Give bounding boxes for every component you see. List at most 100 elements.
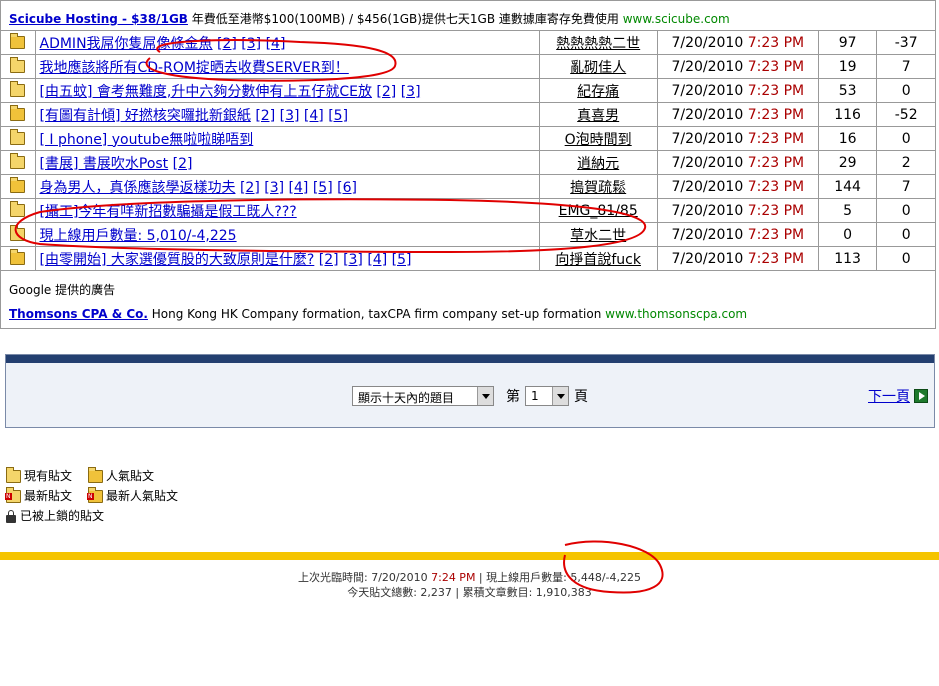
topic-title-link[interactable]: 我地應該將所有CD-ROM掟晒去收費SERVER到！ bbox=[40, 60, 349, 76]
folder-icon bbox=[10, 153, 26, 169]
page-link[interactable]: [3] bbox=[343, 252, 363, 268]
folder-icon bbox=[10, 57, 26, 73]
page-suffix-label: 頁 bbox=[574, 389, 588, 405]
page-link[interactable]: [5] bbox=[313, 180, 333, 196]
new-hot-folder-icon: N bbox=[87, 487, 103, 503]
page-link[interactable]: [2] bbox=[376, 84, 396, 100]
page-link[interactable]: [3] bbox=[241, 36, 261, 52]
top-ad-url[interactable]: www.scicube.com bbox=[623, 12, 730, 26]
topic-title-link[interactable]: [有圖有計傾] 好撚核突囉批新銀紙 bbox=[40, 108, 251, 124]
page-link[interactable]: [2] bbox=[240, 180, 260, 196]
page-link[interactable]: [4] bbox=[289, 180, 309, 196]
topic-date-cell: 7/20/2010 7:23 PM bbox=[656, 78, 819, 103]
legend-newest-popular-label: 最新人氣貼文 bbox=[106, 489, 179, 503]
topic-date: 7/20/2010 bbox=[671, 250, 744, 267]
topic-title-cell: 身為男人，真係應該學返樣功夫 [2] [3] [4] [5] [6] bbox=[34, 174, 540, 199]
next-page-link[interactable]: 下一頁 bbox=[868, 386, 910, 406]
topic-title-cell: ADMIN我屌你隻屌像條金魚 [2] [3] [4] bbox=[34, 30, 540, 55]
topic-author-cell: O泡時間到 bbox=[538, 126, 658, 151]
topic-title-cell: 我地應該將所有CD-ROM掟晒去收費SERVER到！ bbox=[34, 54, 540, 79]
page-link[interactable]: [3] bbox=[264, 180, 284, 196]
topic-date: 7/20/2010 bbox=[671, 34, 744, 51]
legend-locked-label: 已被上鎖的貼文 bbox=[20, 509, 105, 523]
table-row: 現上線用戶數量: 5,010/-4,225 草水二世 7/20/2010 7:23 … bbox=[0, 222, 936, 247]
topic-author-cell: 紀存痛 bbox=[538, 78, 658, 103]
topic-table: ADMIN我屌你隻屌像條金魚 [2] [3] [4] 熱熱熱熱二世 7/20/201… bbox=[0, 30, 936, 271]
topic-time: 7:23 PM bbox=[747, 58, 805, 75]
author-link[interactable]: 紀存痛 bbox=[577, 84, 619, 100]
legend-locked: 已被上鎖的貼文 bbox=[6, 507, 104, 524]
page-link[interactable]: [5] bbox=[392, 252, 412, 268]
author-link[interactable]: 向掙首說fuck bbox=[555, 252, 641, 268]
rating-count: 2 bbox=[876, 150, 936, 175]
topic-time: 7:23 PM bbox=[747, 250, 805, 267]
reply-count: 97 bbox=[817, 30, 878, 55]
page-link[interactable]: [4] bbox=[304, 108, 324, 124]
chevron-down-icon[interactable] bbox=[552, 387, 568, 405]
page-link[interactable]: [2] bbox=[255, 108, 275, 124]
reply-count: 5 bbox=[817, 198, 878, 223]
author-link[interactable]: EMG_81/85 bbox=[559, 203, 638, 219]
page-link[interactable]: [2] bbox=[217, 36, 237, 52]
new-folder-icon: N bbox=[5, 487, 21, 503]
page-link[interactable]: [3] bbox=[401, 84, 421, 100]
table-row: ADMIN我屌你隻屌像條金魚 [2] [3] [4] 熱熱熱熱二世 7/20/201… bbox=[0, 30, 936, 55]
topic-title-link[interactable]: [ I phone] youtube無啦啦睇唔到 bbox=[40, 132, 254, 148]
topic-author-cell: 亂砌佳人 bbox=[538, 54, 658, 79]
rating-count: 0 bbox=[876, 246, 936, 271]
topic-date-cell: 7/20/2010 7:23 PM bbox=[656, 126, 819, 151]
topic-title-link[interactable]: 身為男人，真係應該學返樣功夫 bbox=[40, 180, 236, 196]
page-link[interactable]: [3] bbox=[280, 108, 300, 124]
hot-folder-icon bbox=[10, 177, 26, 193]
topic-title-cell: 現上線用戶數量: 5,010/-4,225 bbox=[34, 222, 540, 247]
date-range-select[interactable]: 顯示十天內的題目 bbox=[352, 386, 494, 406]
topic-date-cell: 7/20/2010 7:23 PM bbox=[656, 54, 819, 79]
topic-title-link[interactable]: [由零開始] 大家選優質股的大致原則是什麼? bbox=[40, 252, 315, 268]
folder-icon bbox=[10, 81, 26, 97]
author-link[interactable]: O泡時間到 bbox=[565, 132, 632, 148]
topic-time: 7:23 PM bbox=[747, 82, 805, 99]
page-prefix-label: 第 bbox=[506, 389, 520, 405]
scicube-ad-link[interactable]: Scicube Hosting - $38/1GB bbox=[9, 12, 188, 26]
topic-date: 7/20/2010 bbox=[671, 226, 744, 243]
topic-title-link[interactable]: ADMIN我屌你隻屌像條金魚 bbox=[40, 36, 213, 52]
rating-count: -52 bbox=[876, 102, 936, 127]
legend-popular-label: 人氣貼文 bbox=[106, 469, 155, 483]
topic-date-cell: 7/20/2010 7:23 PM bbox=[656, 174, 819, 199]
table-row: 身為男人，真係應該學返樣功夫 [2] [3] [4] [5] [6] 搗賀疏鬆 7/… bbox=[0, 174, 936, 199]
topic-date-cell: 7/20/2010 7:23 PM bbox=[656, 150, 819, 175]
author-link[interactable]: 搗賀疏鬆 bbox=[570, 180, 626, 196]
author-link[interactable]: 亂砌佳人 bbox=[570, 60, 626, 76]
topic-title-link[interactable]: 現上線用戶數量: 5,010/-4,225 bbox=[40, 228, 237, 244]
thomsons-ad-link[interactable]: Thomsons CPA & Co. bbox=[9, 307, 148, 321]
footer-line-2: 今天貼文總數: 2,237 | 累積文章數目: 1,910,383 bbox=[347, 586, 592, 599]
page-link[interactable]: [4] bbox=[367, 252, 387, 268]
topic-date: 7/20/2010 bbox=[671, 130, 744, 147]
topic-author-cell: 搗賀疏鬆 bbox=[538, 174, 658, 199]
topic-date-cell: 7/20/2010 7:23 PM bbox=[656, 198, 819, 223]
page-number-select[interactable]: 1 bbox=[525, 386, 569, 406]
reply-count: 113 bbox=[817, 246, 878, 271]
topic-title-link[interactable]: [書展] 書展吹水Post bbox=[40, 156, 169, 172]
hot-folder-icon bbox=[10, 249, 26, 265]
table-row: 我地應該將所有CD-ROM掟晒去收費SERVER到！ 亂砌佳人 7/20/2010 … bbox=[0, 54, 936, 79]
topic-title-link[interactable]: [攝工]今年有咩新招數騙攝是假工既人??? bbox=[40, 204, 297, 220]
topic-date: 7/20/2010 bbox=[671, 106, 744, 123]
page-link[interactable]: [2] bbox=[319, 252, 339, 268]
page-link[interactable]: [2] bbox=[173, 156, 193, 172]
bottom-ad-url[interactable]: www.thomsonscpa.com bbox=[605, 307, 747, 321]
topic-date-cell: 7/20/2010 7:23 PM bbox=[656, 222, 819, 247]
reply-count: 144 bbox=[817, 174, 878, 199]
arrow-right-icon[interactable] bbox=[914, 389, 928, 403]
rating-count: 0 bbox=[876, 126, 936, 151]
topic-title-link[interactable]: [由五蚊] 會考無難度,升中六夠分數伸有上五仔就CE放 bbox=[40, 84, 372, 100]
author-link[interactable]: 熱熱熱熱二世 bbox=[556, 36, 640, 52]
topic-author-cell: 真喜男 bbox=[538, 102, 658, 127]
page-link[interactable]: [4] bbox=[266, 36, 286, 52]
author-link[interactable]: 草水二世 bbox=[570, 228, 626, 244]
author-link[interactable]: 真喜男 bbox=[577, 108, 619, 124]
page-link[interactable]: [6] bbox=[337, 180, 357, 196]
author-link[interactable]: 逍納元 bbox=[577, 156, 619, 172]
chevron-down-icon[interactable] bbox=[477, 387, 493, 405]
page-link[interactable]: [5] bbox=[328, 108, 348, 124]
